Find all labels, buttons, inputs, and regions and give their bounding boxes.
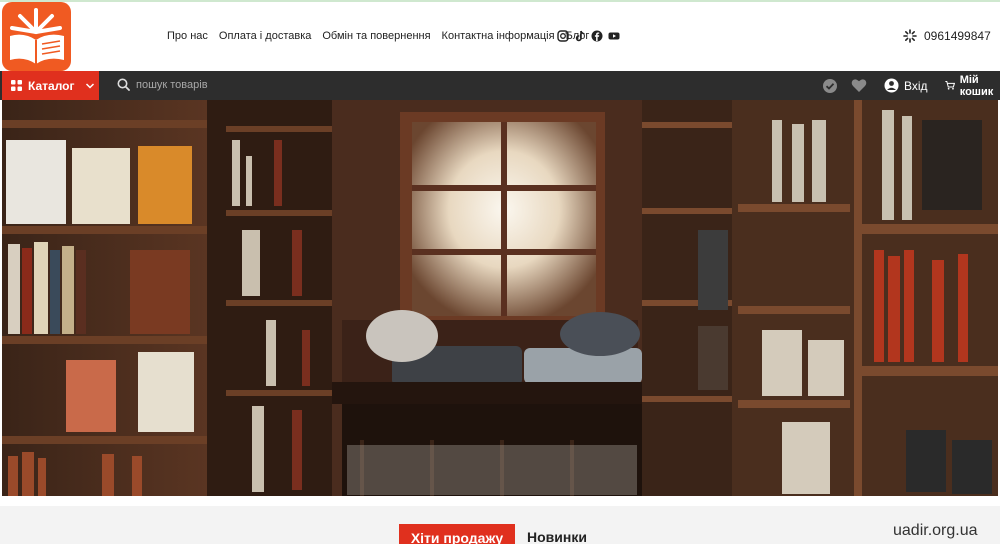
heart-icon (851, 79, 867, 92)
cart-button[interactable]: Мій кошик (944, 73, 1000, 98)
cart-label: Мій кошик (959, 73, 994, 98)
bottom-section: Хіти продажу Новинки uadir.org.ua (0, 506, 1000, 544)
compare-button[interactable] (822, 78, 838, 94)
top-toolbar: Каталог Вхід (0, 71, 1000, 100)
nav-about[interactable]: Про нас (167, 30, 208, 42)
book-sun-logo-icon (10, 8, 64, 64)
nav-payment-delivery[interactable]: Оплата і доставка (219, 30, 311, 42)
facebook-icon[interactable] (591, 30, 603, 42)
tab-new-arrivals[interactable]: Новинки (527, 529, 587, 544)
cart-icon (944, 81, 955, 90)
watermark-text: uadir.org.ua (893, 522, 978, 539)
chevron-down-icon (85, 82, 94, 89)
bookshelf-photo (2, 100, 998, 496)
check-circle-icon (823, 78, 837, 93)
search-input[interactable] (136, 78, 436, 91)
social-links (557, 30, 620, 42)
search-box (117, 78, 436, 91)
nav-contacts[interactable]: Контактна інформація (442, 30, 555, 42)
user-icon (884, 78, 899, 93)
youtube-icon[interactable] (608, 30, 620, 42)
login-label: Вхід (904, 78, 928, 93)
nav-exchange-return[interactable]: Обмін та повернення (322, 30, 430, 42)
spinner-icon (903, 29, 917, 43)
wishlist-button[interactable] (851, 78, 867, 93)
phone-contact[interactable]: 0961499847 (903, 29, 991, 43)
tab-bestsellers[interactable]: Хіти продажу (399, 524, 515, 544)
main-nav: Про нас Оплата і доставка Обмін та повер… (167, 30, 589, 42)
phone-number: 0961499847 (924, 29, 991, 43)
tiktok-icon[interactable] (574, 30, 586, 42)
grid-icon (11, 80, 22, 91)
login-button[interactable]: Вхід (884, 78, 928, 93)
catalog-label: Каталог (28, 78, 75, 93)
instagram-icon[interactable] (557, 30, 569, 42)
logo[interactable] (2, 2, 71, 71)
user-actions: Вхід Мій кошик (822, 71, 1000, 100)
site-header: Про нас Оплата і доставка Обмін та повер… (0, 2, 1000, 71)
search-icon (117, 78, 130, 91)
catalog-button[interactable]: Каталог (2, 71, 99, 100)
hero-banner-image[interactable] (2, 100, 998, 496)
